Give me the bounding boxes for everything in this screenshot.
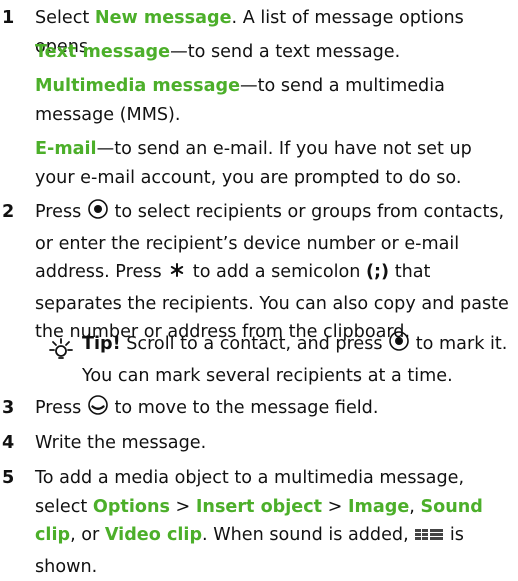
options-label: Options: [92, 496, 170, 517]
scroll-down-key-icon: [87, 394, 109, 426]
option-multimedia-message: Multimedia message—to send a multimedia …: [35, 76, 445, 125]
step-4-text: Write the message.: [35, 433, 207, 453]
option-email: E-mail—to send an e-mail. If you have no…: [35, 139, 472, 188]
option-name: E-mail: [35, 139, 97, 159]
asterisk-key-icon: [167, 260, 187, 290]
step-number: 5: [2, 468, 15, 488]
select-key-icon: [388, 330, 410, 362]
step-3-text: Press to move to the message field.: [35, 394, 514, 426]
step-number: 2: [2, 202, 15, 222]
semicolon-symbol: (;): [365, 262, 390, 282]
tip-label: Tip!: [82, 334, 121, 354]
option-text-message: Text message—to send a text message.: [35, 42, 401, 62]
tip-sun-icon: [48, 337, 74, 363]
select-key-icon: [87, 198, 109, 230]
image-label: Image: [348, 496, 410, 517]
step-2-text: Press to select recipients or groups fro…: [35, 198, 514, 347]
step-number: 1: [2, 8, 15, 28]
step-number: 3: [2, 398, 15, 418]
sound-indicator-icon: [414, 524, 445, 553]
step-number: 4: [2, 433, 15, 453]
new-message-label: New message: [94, 8, 232, 28]
option-name: Text message: [35, 42, 171, 62]
insert-object-label: Insert object: [195, 496, 323, 517]
option-name: Multimedia message: [35, 76, 240, 96]
video-clip-label: Video clip: [104, 525, 203, 545]
tip-text: Tip! Scroll to a contact, and press to m…: [82, 330, 514, 390]
step-5-text: To add a media object to a multimedia me…: [35, 468, 483, 577]
